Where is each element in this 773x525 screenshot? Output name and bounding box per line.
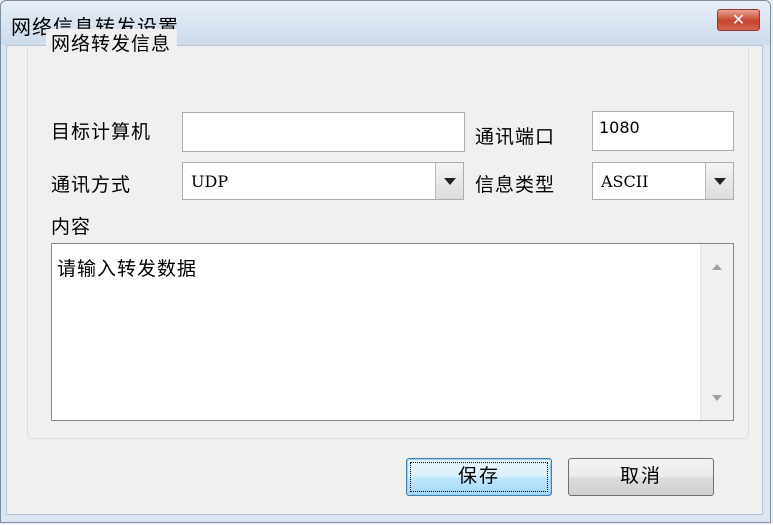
comm-mode-value: UDP: [191, 172, 229, 191]
focus-ring: [410, 462, 548, 492]
target-computer-input[interactable]: [182, 112, 465, 152]
content-label: 内容: [51, 216, 92, 238]
content-textarea[interactable]: 请输入转发数据: [51, 243, 734, 421]
cancel-button-label: 取消: [619, 465, 662, 487]
chevron-down-icon[interactable]: [705, 163, 733, 199]
scroll-down-arrow-icon[interactable]: [701, 380, 733, 420]
cancel-button[interactable]: 取消: [568, 458, 714, 496]
info-type-label: 信息类型: [475, 174, 556, 196]
group-box-legend: 网络转发信息: [46, 29, 178, 56]
info-type-select[interactable]: ASCII: [592, 162, 734, 200]
close-button[interactable]: ✕: [717, 9, 760, 31]
comm-mode-label: 通讯方式: [51, 174, 132, 196]
close-icon: ✕: [731, 10, 746, 29]
target-computer-label: 目标计算机: [51, 121, 152, 143]
scroll-up-arrow-icon[interactable]: [701, 244, 733, 284]
content-text: 请输入转发数据: [57, 258, 198, 280]
chevron-down-icon[interactable]: [435, 163, 463, 199]
comm-mode-select[interactable]: UDP: [182, 162, 464, 200]
save-button[interactable]: 保存: [406, 458, 552, 496]
vertical-scrollbar[interactable]: [700, 244, 733, 420]
info-type-value: ASCII: [601, 172, 649, 191]
port-input[interactable]: 1080: [592, 111, 734, 151]
port-label: 通讯端口: [475, 126, 556, 148]
